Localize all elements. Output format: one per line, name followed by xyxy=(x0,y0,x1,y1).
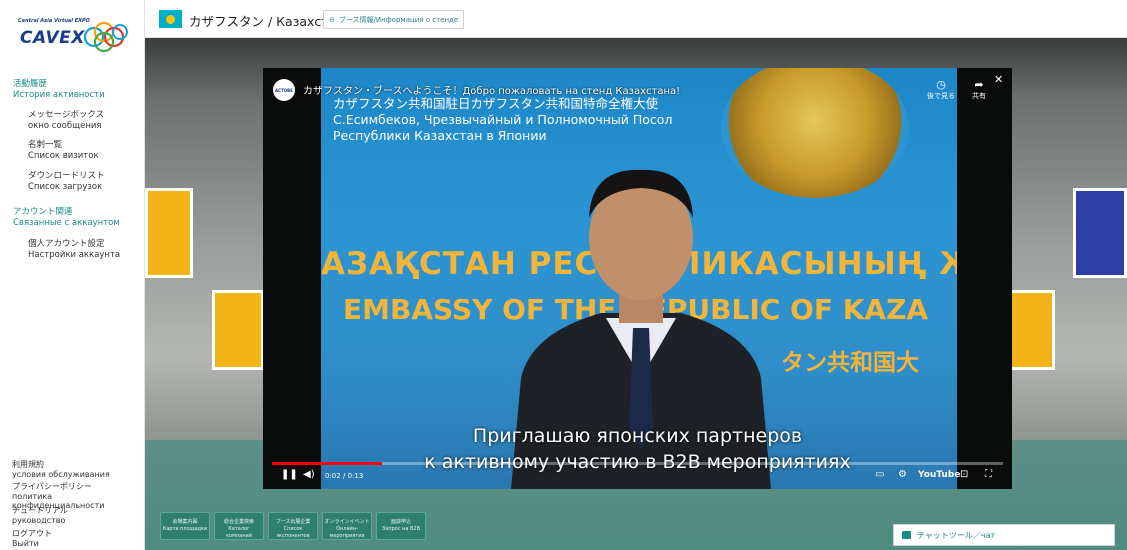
subtitles-icon[interactable]: ▭ xyxy=(875,469,884,480)
share-arrow-icon: ➦ xyxy=(974,78,984,91)
top-bar: カザフスタン / Казахстан ⊖ ブース情報/Информация о … xyxy=(145,0,1127,38)
bnav-label-ru: Карта площадки xyxy=(162,526,208,532)
footer-tutorial-link[interactable]: チュートリアル руководство xyxy=(12,506,68,525)
nav-item-label-ru: окно сообщения xyxy=(28,121,102,131)
bnav-label-ru: Каталог компаний xyxy=(226,526,252,539)
nav-item-label-ja: 名刺一覧 xyxy=(28,140,63,150)
youtube-logo[interactable]: YouTube xyxy=(918,470,960,480)
clock-icon: ◷ xyxy=(936,78,946,91)
volume-icon[interactable]: ◀) xyxy=(303,469,315,480)
wall-text-japanese: タン共和国大 xyxy=(781,350,919,376)
booth-title: カザフスタン / Казахстан xyxy=(189,14,345,29)
footer-label-ru: условия обслуживания xyxy=(12,469,110,479)
video-title[interactable]: カザフスタン・ブースへようこそ！Добро пожаловать на стен… xyxy=(303,82,680,97)
bnav-label-ja: オンラインイベント xyxy=(324,519,370,525)
subtitle-line-1: Приглашаю японских партнеров xyxy=(472,425,803,447)
chat-icon xyxy=(902,531,911,539)
logo-tagline: Central Asia Virtual EXPO xyxy=(18,18,90,24)
youtube-player[interactable]: АЗАҚСТАН РЕСПУБЛИКАСЫНЫҢ ЖАП EMBASSY OF … xyxy=(263,68,1012,489)
nav-section-account-ru: Связанные с аккаунтом xyxy=(13,218,120,228)
chat-tool-button[interactable]: チャットツール／чат xyxy=(893,524,1115,546)
speaker-caption: カザフスタン共和国駐日カザフスタン共和国特命全権大使 С.Есимбеков, … xyxy=(321,96,957,144)
bottom-navigation: 会場案内図 Карта площадки 総合企業検索 Каталог комп… xyxy=(160,512,426,540)
nav-item-label-ru: Настройки аккаунта xyxy=(28,250,121,260)
exhibitors-button[interactable]: ブース出展企業 Список экспонентов xyxy=(268,512,318,540)
nav-item-label-ja: メッセージボックス xyxy=(28,110,105,120)
share-button[interactable]: ➦ 共有 xyxy=(965,78,993,101)
nav-section-activity-ja: 活動履歴 xyxy=(13,79,48,89)
watch-later-button[interactable]: ◷ 後で見る xyxy=(923,78,959,101)
nav-item-account-settings[interactable]: 個人アカウント設定 Настройки аккаунта xyxy=(28,239,120,261)
chat-label: チャットツール／чат xyxy=(917,530,996,540)
nav-section-account-ja: アカウント関連 xyxy=(13,207,73,217)
close-icon[interactable]: ✕ xyxy=(994,73,1003,86)
pause-icon[interactable]: ❚❚ xyxy=(281,469,298,480)
time-separator: / xyxy=(342,472,346,480)
fullscreen-icon[interactable]: ⛶ xyxy=(985,469,992,480)
footer-label-ja: ログアウト xyxy=(12,529,52,538)
speaker-caption-line-2: С.Есимбеков, Чрезвычайный и Полномочный … xyxy=(333,112,673,127)
nav-item-label-ru: Список загрузок xyxy=(28,182,103,192)
nav-section-activity-ru: История активности xyxy=(13,90,105,100)
time-display: 0:02 / 0:13 xyxy=(325,472,363,480)
booth-poster-left[interactable] xyxy=(145,188,193,278)
progress-bar-fill xyxy=(272,462,382,465)
bnav-label-ja: 会場案内図 xyxy=(172,519,198,525)
cavex-logo[interactable]: Central Asia Virtual EXPO CAVEX xyxy=(14,14,132,58)
booth-poster-left-lower[interactable] xyxy=(212,290,264,370)
online-events-button[interactable]: オンラインイベント Онлайн-мероприятия xyxy=(322,512,372,540)
nav-item-label-ru: Список визиток xyxy=(28,151,99,161)
venue-map-button[interactable]: 会場案内図 Карта площадки xyxy=(160,512,210,540)
bnav-label-ja: ブース出展企業 xyxy=(275,519,311,525)
footer-label-ru: руководство xyxy=(12,515,66,525)
speaker-caption-line-1: カザフスタン共和国駐日カザフスタン共和国特命全権大使 xyxy=(333,96,659,111)
share-label: 共有 xyxy=(972,92,986,100)
nav-item-label-ja: ダウンロードリスト xyxy=(28,171,105,181)
logo-rings-icon xyxy=(83,21,128,53)
channel-avatar[interactable]: ACTOBE xyxy=(273,79,295,101)
settings-gear-icon[interactable]: ⚙ xyxy=(898,469,907,480)
footer-terms-link[interactable]: 利用規約 условия обслуживания xyxy=(12,460,110,479)
progress-bar[interactable] xyxy=(272,462,1003,465)
footer-label-ja: チュートリアル xyxy=(12,506,68,515)
footer-label-ja: プライバシーポリシー xyxy=(12,482,92,491)
watch-later-label: 後で見る xyxy=(927,92,955,100)
nav-section-activity: 活動履歴 История активности xyxy=(13,79,105,101)
footer-logout-link[interactable]: ログアウト Выйти xyxy=(12,529,52,548)
bnav-label-ru: Онлайн-мероприятия xyxy=(329,526,365,539)
player-controls: ❚❚ ◀) 0:02 / 0:13 ▭ ⚙ YouTube ⊡ ⛶ xyxy=(263,466,1012,489)
booth-poster-right-lower[interactable] xyxy=(1009,290,1055,370)
nav-item-downloads[interactable]: ダウンロードリスト Список загрузок xyxy=(28,171,105,193)
nav-item-message-box[interactable]: メッセージボックス окно сообщения xyxy=(28,110,104,132)
link-icon: ⊖ xyxy=(329,15,335,24)
bnav-label-ja: 総合企業検索 xyxy=(223,519,254,525)
company-search-button[interactable]: 総合企業検索 Каталог компаний xyxy=(214,512,264,540)
bnav-label-ru: Запрос на B2B xyxy=(381,526,421,532)
time-total: 0:13 xyxy=(347,472,364,480)
sidebar: Central Asia Virtual EXPO CAVEX 活動履歴 Ист… xyxy=(0,0,145,550)
booth-info-button[interactable]: ⊖ ブース情報/Информация о стенде xyxy=(323,10,465,29)
kazakhstan-flag-icon xyxy=(159,10,182,28)
b2b-request-button[interactable]: 面談申込 Запрос на B2B xyxy=(376,512,426,540)
footer-label-ja: 利用規約 xyxy=(12,460,44,469)
nav-item-business-cards[interactable]: 名刺一覧 Список визиток xyxy=(28,140,99,162)
cast-icon[interactable]: ⊡ xyxy=(960,469,968,480)
speaker-caption-line-3: Республики Казахстан в Японии xyxy=(333,128,547,143)
booth-poster-right[interactable] xyxy=(1073,188,1127,278)
bnav-label-ru: Список экспонентов xyxy=(276,526,310,539)
footer-label-ru: Выйти xyxy=(12,538,39,548)
nav-section-account: アカウント関連 Связанные с аккаунтом xyxy=(13,207,120,229)
bnav-label-ja: 面談申込 xyxy=(390,519,411,525)
nav-item-label-ja: 個人アカウント設定 xyxy=(28,239,105,249)
time-current: 0:02 xyxy=(325,472,341,480)
booth-info-label: ブース情報/Информация о стенде xyxy=(338,15,459,24)
logo-text: CAVEX xyxy=(20,28,85,48)
